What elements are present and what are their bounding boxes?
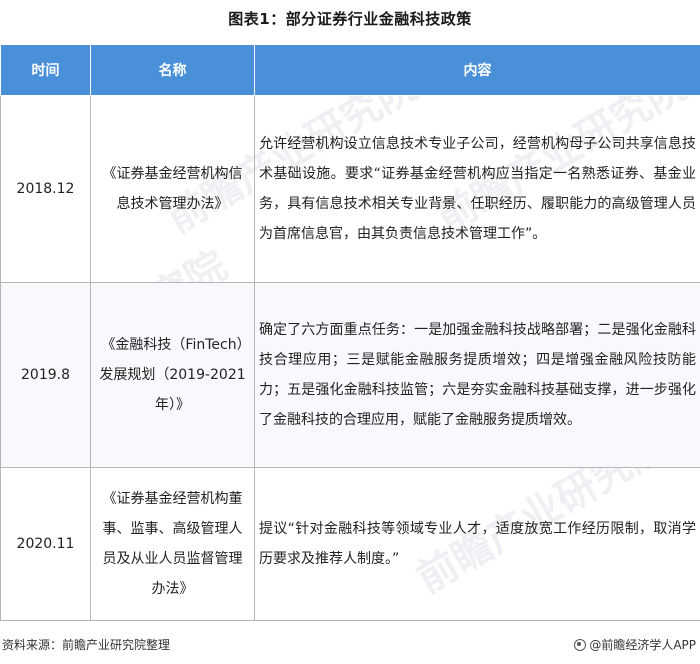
brand-credit: @前瞻经济学人APP [574, 636, 696, 653]
header-content: 内容 [254, 44, 700, 96]
footer: 资料来源：前瞻产业研究院整理 @前瞻经济学人APP [0, 636, 700, 656]
chart-title: 图表1：部分证券行业金融科技政策 [228, 10, 472, 28]
row-content: 确定了六方面重点任务：一是加强金融科技战略部署；二是强化金融科技合理应用；三是赋… [254, 282, 700, 468]
brand-logo-icon [574, 638, 587, 651]
row-name: 《金融科技（FinTech）发展规划（2019-2021年）》 [90, 282, 255, 468]
row-time: 2019.8 [0, 282, 91, 468]
brand-label: @前瞻经济学人APP [589, 638, 696, 652]
row-name: 《证券基金经营机构董事、监事、高级管理人员及从业人员监督管理办法》 [90, 467, 255, 621]
header-name: 名称 [90, 44, 255, 96]
row-time: 2018.12 [0, 95, 91, 283]
row-name: 《证券基金经营机构信息技术管理办法》 [90, 95, 255, 283]
source-note: 资料来源：前瞻产业研究院整理 [2, 638, 171, 652]
header-time: 时间 [0, 44, 91, 96]
table-header-row: 时间 名称 内容 [0, 44, 700, 96]
row-time: 2020.11 [0, 467, 91, 621]
row-content: 提议“针对金融科技等领域专业人才，适度放宽工作经历限制，取消学历要求及推荐人制度… [254, 467, 700, 621]
table-row: 2019.8 《金融科技（FinTech）发展规划（2019-2021年）》 确… [0, 282, 700, 468]
row-content: 允许经营机构设立信息技术专业子公司，经营机构母子公司共享信息技术基础设施。要求“… [254, 95, 700, 283]
table-row: 2020.11 《证券基金经营机构董事、监事、高级管理人员及从业人员监督管理办法… [0, 467, 700, 621]
policy-table: 时间 名称 内容 2018.12 《证券基金经营机构信息技术管理办法》 允许经营… [0, 44, 700, 621]
table-row: 2018.12 《证券基金经营机构信息技术管理办法》 允许经营机构设立信息技术专… [0, 95, 700, 283]
